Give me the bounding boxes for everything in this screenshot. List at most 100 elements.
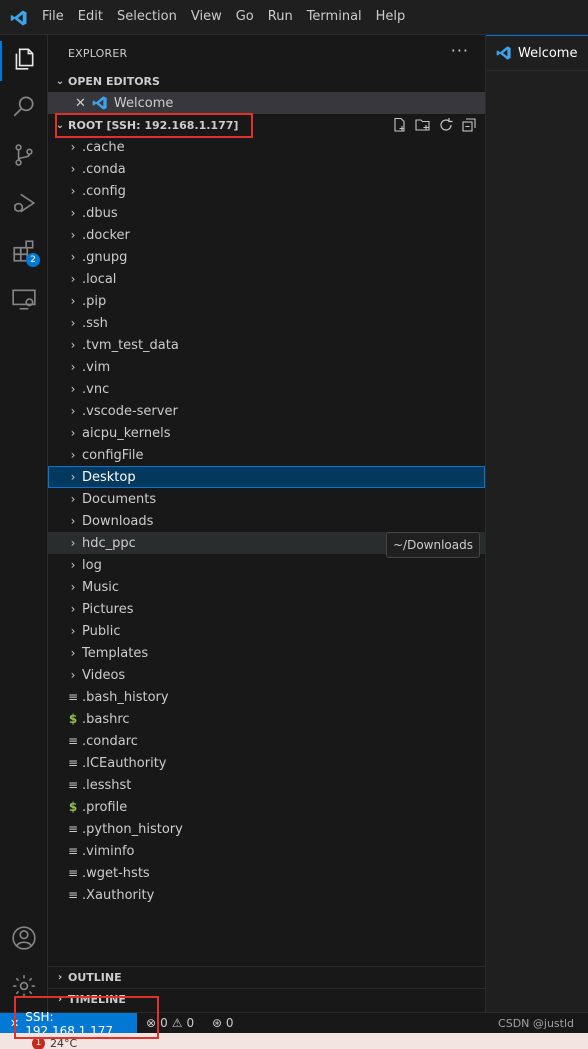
shell-file-icon: $ (68, 800, 78, 814)
tree-folder-gnupg[interactable]: › .gnupg (48, 246, 485, 268)
error-count: 0 (160, 1016, 168, 1030)
tree-file-bash-history[interactable]: ≡ .bash_history (48, 686, 485, 708)
chevron-right-icon: › (70, 448, 76, 462)
text-file-icon: ≡ (67, 888, 79, 902)
tree-folder-configfile[interactable]: › configFile (48, 444, 485, 466)
menu-run[interactable]: Run (268, 9, 293, 24)
explorer-icon[interactable] (0, 37, 48, 81)
annotation-box-ssh (14, 996, 159, 1039)
chevron-right-icon: › (70, 558, 76, 572)
chevron-right-icon: › (70, 668, 76, 682)
broadcast-icon: ⊛ (212, 1016, 223, 1030)
chevron-down-icon: ⌄ (55, 75, 65, 87)
chevron-right-icon: › (70, 206, 76, 220)
warning-count: 0 (186, 1016, 195, 1030)
text-file-icon: ≡ (67, 756, 79, 770)
tree-folder-vim[interactable]: › .vim (48, 356, 485, 378)
tree-folder-config[interactable]: › .config (48, 180, 485, 202)
text-file-icon: ≡ (67, 844, 79, 858)
extensions-icon[interactable]: 2 (0, 229, 48, 273)
menu-go[interactable]: Go (236, 9, 254, 24)
chevron-right-icon: › (70, 272, 76, 286)
path-tooltip: ~/Downloads (386, 532, 480, 558)
menu-selection[interactable]: Selection (117, 9, 177, 24)
extensions-badge: 2 (26, 253, 40, 267)
vscode-file-icon (92, 96, 107, 110)
text-file-icon: ≡ (67, 866, 79, 880)
root-actions (385, 114, 477, 136)
tree-folder-pip[interactable]: › .pip (48, 290, 485, 312)
close-icon[interactable]: ✕ (75, 96, 86, 111)
tree-folder-cache[interactable]: › .cache (48, 136, 485, 158)
tree-folder-pictures[interactable]: › Pictures (48, 598, 485, 620)
tree-folder-conda[interactable]: › .conda (48, 158, 485, 180)
tree-file-profile[interactable]: $ .profile (48, 796, 485, 818)
more-actions-icon[interactable]: ··· (451, 41, 469, 60)
tree-file-condarc[interactable]: ≡ .condarc (48, 730, 485, 752)
chevron-right-icon: › (70, 316, 76, 330)
tree-folder-local[interactable]: › .local (48, 268, 485, 290)
source-control-icon[interactable] (0, 133, 48, 177)
refresh-icon[interactable] (438, 117, 454, 133)
vscode-file-icon (496, 46, 511, 60)
menu-bar: File Edit Selection View Go Run Terminal… (42, 9, 419, 24)
tree-folder-vscode-server[interactable]: › .vscode-server (48, 400, 485, 422)
vscode-logo-icon (10, 10, 27, 26)
ports-status[interactable]: ⊛ 0 (212, 1016, 234, 1030)
tree-file-bashrc[interactable]: $ .bashrc (48, 708, 485, 730)
tree-folder-videos[interactable]: › Videos (48, 664, 485, 686)
chevron-right-icon: › (70, 602, 76, 616)
menu-view[interactable]: View (191, 9, 222, 24)
warning-icon: ⚠ (171, 1016, 183, 1030)
chevron-right-icon: › (70, 140, 76, 154)
menu-help[interactable]: Help (376, 9, 406, 24)
run-debug-icon[interactable] (0, 181, 48, 225)
chevron-right-icon: › (70, 646, 76, 660)
menu-terminal[interactable]: Terminal (307, 9, 362, 24)
menu-file[interactable]: File (42, 9, 64, 24)
tree-folder-docker[interactable]: › .docker (48, 224, 485, 246)
tree-file-viminfo[interactable]: ≡ .viminfo (48, 840, 485, 862)
tree-folder-documents[interactable]: › Documents (48, 488, 485, 510)
tree-folder-tvm-test-data[interactable]: › .tvm_test_data (48, 334, 485, 356)
accounts-icon[interactable] (0, 916, 48, 960)
tree-folder-templates[interactable]: › Templates (48, 642, 485, 664)
open-editors-header[interactable]: ⌄ OPEN EDITORS (48, 70, 485, 92)
tree-folder-vnc[interactable]: › .vnc (48, 378, 485, 400)
collapse-all-icon[interactable] (461, 117, 477, 133)
chevron-right-icon: › (70, 624, 76, 638)
new-folder-icon[interactable] (415, 117, 431, 133)
tab-welcome[interactable]: Welcome (486, 35, 588, 70)
tree-file-lesshst[interactable]: ≡ .lesshst (48, 774, 485, 796)
chevron-right-icon: › (70, 162, 76, 176)
text-file-icon: ≡ (67, 690, 79, 704)
tree-folder-aicpu-kernels[interactable]: › aicpu_kernels (48, 422, 485, 444)
tree-file-python-history[interactable]: ≡ .python_history (48, 818, 485, 840)
open-editor-label: Welcome (113, 95, 174, 111)
remote-explorer-icon[interactable] (0, 277, 48, 321)
menu-edit[interactable]: Edit (78, 9, 103, 24)
chevron-right-icon: › (70, 294, 76, 308)
tree-folder-music[interactable]: › Music (48, 576, 485, 598)
tree-file-wget-hsts[interactable]: ≡ .wget-hsts (48, 862, 485, 884)
tree-folder-dbus[interactable]: › .dbus (48, 202, 485, 224)
chevron-right-icon: › (70, 404, 76, 418)
tab-divider (486, 70, 588, 71)
tree-file-iceauthority[interactable]: ≡ .ICEauthority (48, 752, 485, 774)
search-icon[interactable] (0, 84, 48, 128)
tree-file-xauthority[interactable]: ≡ .Xauthority (48, 884, 485, 906)
editor-area: Welcome (485, 35, 588, 1012)
text-file-icon: ≡ (67, 734, 79, 748)
chevron-right-icon: › (70, 580, 76, 594)
tree-folder-desktop[interactable]: › Desktop (48, 466, 485, 488)
tree-folder-ssh[interactable]: › .ssh (48, 312, 485, 334)
tree-folder-downloads[interactable]: › Downloads (48, 510, 485, 532)
chevron-right-icon: › (70, 184, 76, 198)
new-file-icon[interactable] (392, 117, 408, 133)
chevron-right-icon: › (70, 492, 76, 506)
tree-folder-public[interactable]: › Public (48, 620, 485, 642)
shell-file-icon: $ (68, 712, 78, 726)
sidebar-title: EXPLORER (68, 47, 128, 60)
outline-header[interactable]: › OUTLINE (48, 966, 485, 988)
open-editor-item[interactable]: ✕ Welcome (48, 92, 485, 114)
